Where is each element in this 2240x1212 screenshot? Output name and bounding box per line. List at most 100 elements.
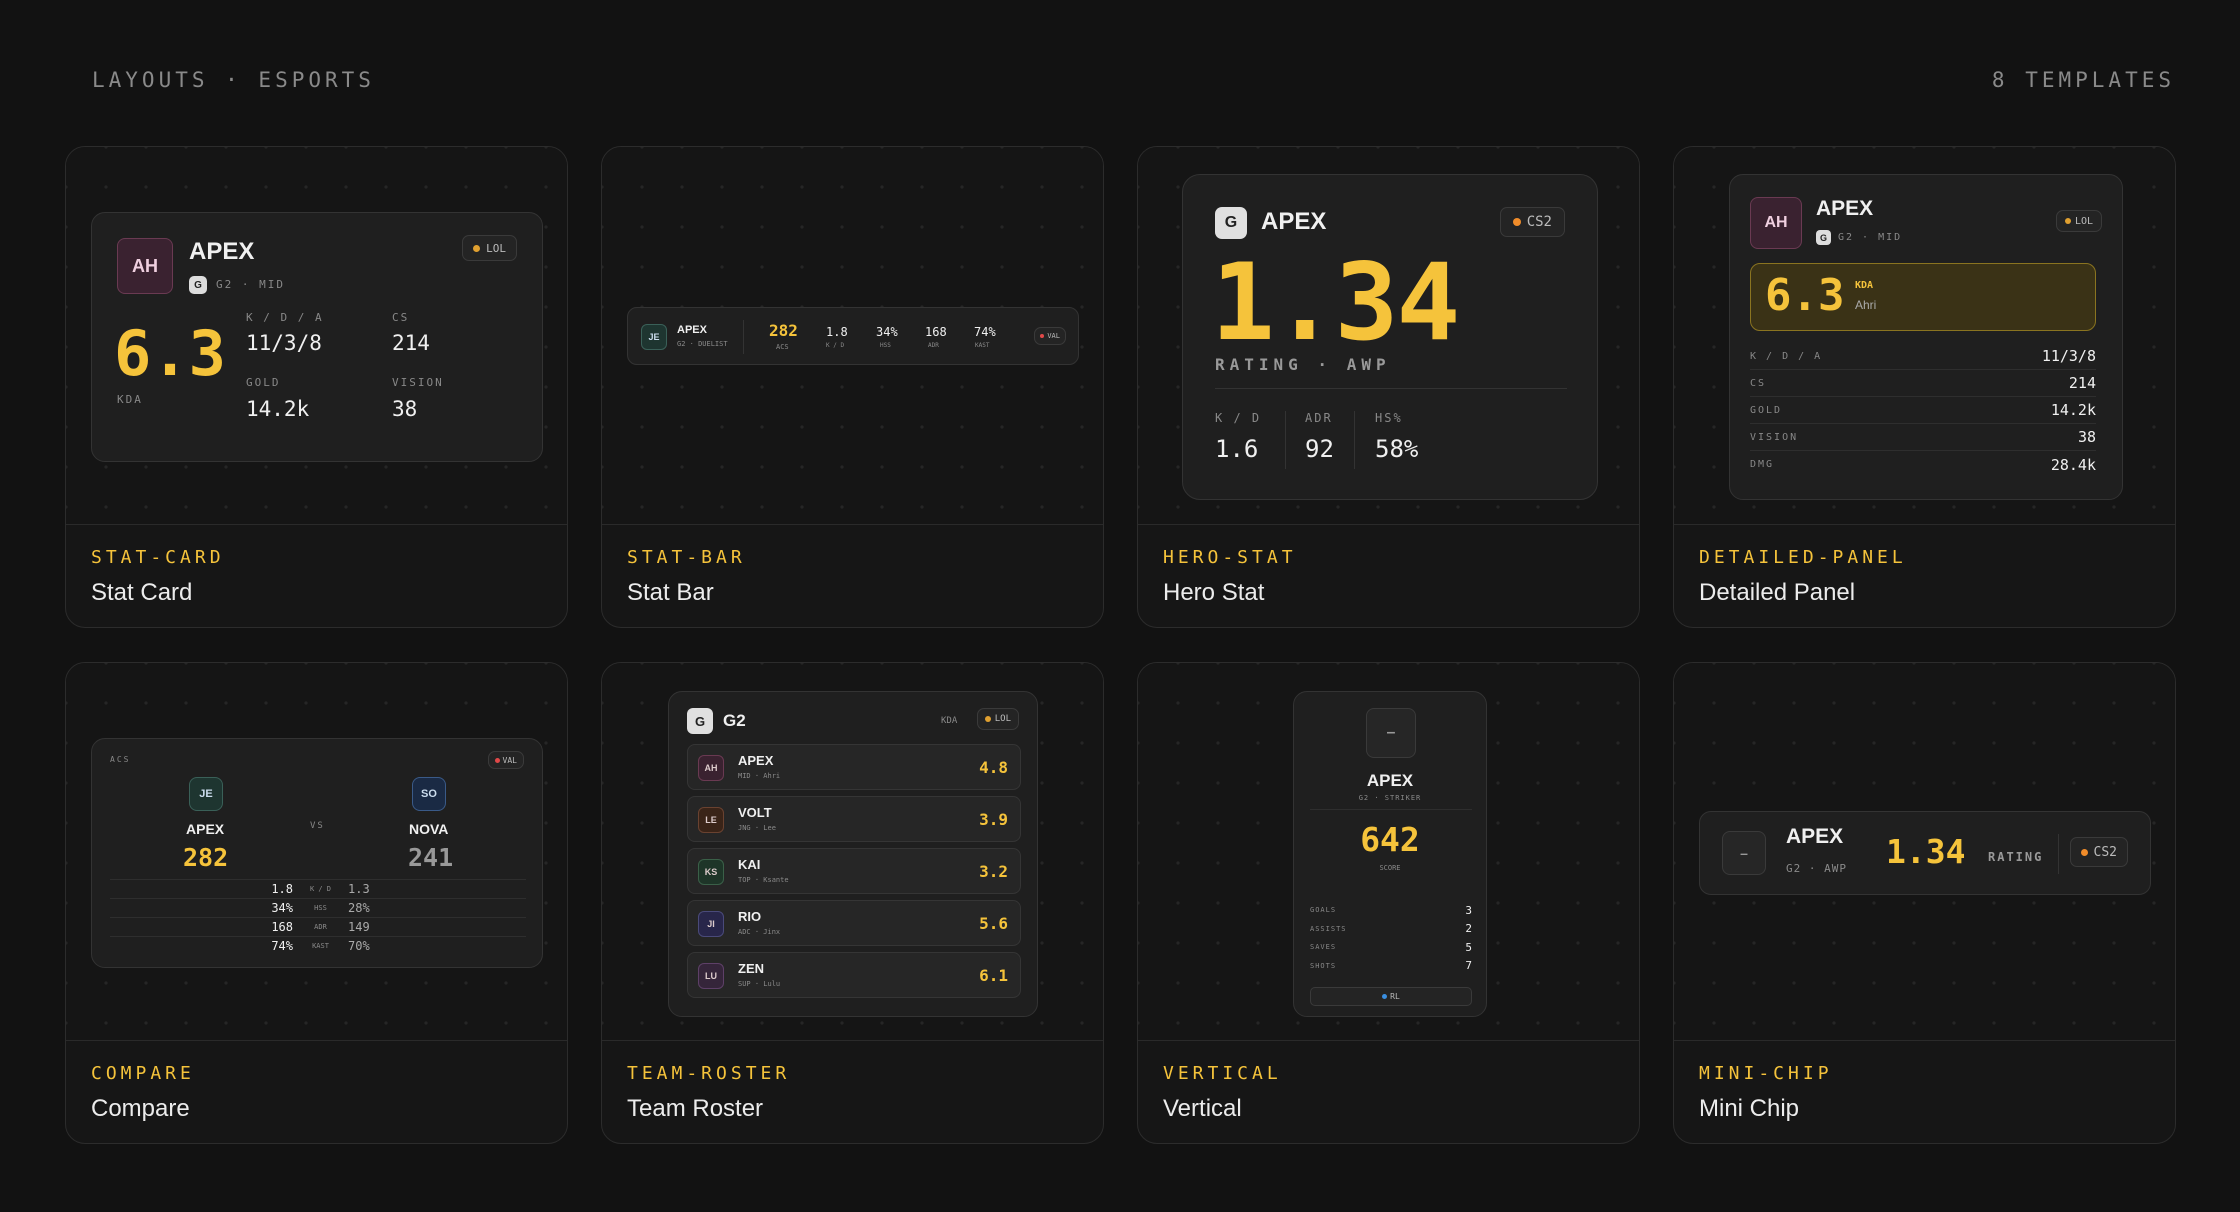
template-tile-detailed-panel[interactable]: AH APEX G G2 · MID LOL 6.3 KDA Ahri K / … (1673, 146, 2176, 628)
team-role: G2 · STRIKER (1358, 794, 1422, 802)
player-role: SUP · Lulu (738, 980, 781, 988)
avatar-left: JE (189, 777, 223, 811)
stat-value: 38 (2077, 428, 2096, 446)
template-name: Stat Card (91, 579, 193, 606)
preview-area: AH APEX G G2 · MID LOL 6.3 KDA Ahri K / … (1674, 147, 2175, 525)
page-title: LAYOUTS · ESPORTS (92, 68, 375, 92)
player-right-score: 241 (408, 843, 454, 872)
hero-stat-preview: G APEX CS2 1.34 RATING · AWP K / D 1.6 A… (1182, 174, 1598, 500)
team-role: G2 · MID (216, 278, 285, 291)
template-name: Compare (91, 1095, 190, 1122)
roster-row[interactable]: KS KAI TOP · Ksante 3.2 (687, 848, 1021, 894)
game-label: CS2 (2093, 844, 2117, 860)
template-tile-vertical[interactable]: – APEX G2 · STRIKER 642 SCORE GOALS 3 ASS… (1137, 662, 1640, 1144)
team-role: G2 · AWP (1786, 862, 1847, 875)
roster-row[interactable]: LU ZEN SUP · Lulu 6.1 (687, 952, 1021, 998)
acs-value: 282 (769, 321, 798, 340)
acs-label: ACS (776, 343, 789, 351)
player-name: APEX (189, 238, 255, 265)
kda-label: KDA (117, 393, 143, 406)
stat-label: DMG (1750, 459, 1775, 470)
right-value: 28% (348, 901, 370, 915)
stat-row: SHOTS 7 (1310, 957, 1472, 976)
roster-row[interactable]: LE VOLT JNG · Lee 3.9 (687, 796, 1021, 842)
left-value: 168 (271, 920, 293, 934)
stat-rows: K / D / A 11/3/8 CS 214 GOLD 14.2k VISION 38… (1750, 343, 2096, 478)
compare-row: 168 ADR 149 (110, 917, 526, 936)
vertical-preview: – APEX G2 · STRIKER 642 SCORE GOALS 3 ASS… (1293, 691, 1487, 1017)
divider (1285, 411, 1286, 469)
team-logo-icon: G (1215, 207, 1247, 239)
stat-card-preview: AH APEX G G2 · MID LOL 6.3 KDA K / D / A… (91, 212, 543, 462)
template-tile-hero-stat[interactable]: G APEX CS2 1.34 RATING · AWP K / D 1.6 A… (1137, 146, 1640, 628)
stat-value: 2 (1465, 922, 1472, 936)
stat-row: CS 214 (1750, 370, 2096, 397)
preview-area: G G2 KDA LOL AH APEX MID · Ahri 4.8 LE VOLT JN… (602, 663, 1103, 1041)
rating-value: 1.34 (1211, 241, 1460, 364)
stat-label: GOLD (1750, 404, 1783, 416)
preview-area: AH APEX G G2 · MID LOL 6.3 KDA K / D / A… (66, 147, 567, 525)
stat-rows: GOALS 3 ASSISTS 2 SAVES 5 SHOTS 7 (1310, 901, 1472, 975)
roster-row[interactable]: AH APEX MID · Ahri 4.8 (687, 744, 1021, 790)
player-name: VOLT (738, 805, 772, 820)
player-role: TOP · Ksante (738, 876, 789, 884)
template-name: Hero Stat (1163, 579, 1265, 606)
stat-label: SAVES (1310, 943, 1337, 952)
metric-label: KDA (941, 716, 958, 726)
player-role: JNG · Lee (738, 824, 776, 832)
avatar: JE (641, 324, 667, 350)
game-badge: LOL (976, 708, 1019, 730)
rating-label: RATING · AWP (1215, 355, 1391, 374)
stat-value: 14.2k (2050, 401, 2096, 419)
avatar: AH (698, 755, 724, 781)
right-value: 70% (348, 939, 370, 953)
champion-name: Ahri (1855, 298, 1877, 312)
game-badge: CS2 (2069, 837, 2128, 867)
template-code: STAT-CARD (91, 547, 225, 568)
stat-label: KAST (975, 342, 990, 349)
template-tile-mini-chip[interactable]: – APEX G2 · AWP 1.34 RATING CS2 MINI-CHI… (1673, 662, 2176, 1144)
stat-label: HSS (880, 342, 891, 349)
rating-label: RATING (1988, 850, 2044, 864)
stat-label: CS (1750, 377, 1767, 389)
stat-row: DMG 28.4k (1750, 451, 2096, 478)
compare-row: 1.8 K / D 1.3 (110, 879, 526, 898)
score-label: SCORE (1379, 864, 1401, 872)
avatar: JI (698, 911, 724, 937)
kda-value: 3.2 (979, 862, 1008, 881)
player-name: APEX (1816, 197, 1874, 220)
status-dot-icon (2080, 848, 2088, 856)
player-left-name: APEX (186, 821, 225, 837)
preview-area: – APEX G2 · STRIKER 642 SCORE GOALS 3 ASS… (1138, 663, 1639, 1041)
roster-row[interactable]: JI RIO ADC · Jinx 5.6 (687, 900, 1021, 946)
left-value: 34% (271, 901, 293, 915)
avatar: LE (698, 807, 724, 833)
stat-label: K / D / A (1750, 350, 1823, 362)
stat-value: 92 (1305, 435, 1334, 463)
divider (1215, 388, 1567, 389)
template-name: Team Roster (627, 1095, 764, 1122)
player-name: APEX (1366, 771, 1414, 790)
template-code: COMPARE (91, 1063, 195, 1084)
template-count: 8 TEMPLATES (1991, 68, 2175, 92)
roster-list: AH APEX MID · Ahri 4.8 LE VOLT JNG · Lee 3.9 KS K… (687, 744, 1021, 1004)
template-name: Stat Bar (627, 579, 714, 606)
template-tile-stat-card[interactable]: AH APEX G G2 · MID LOL 6.3 KDA K / D / A… (65, 146, 568, 628)
divider (1310, 809, 1472, 810)
stat-label: GOALS (1310, 906, 1337, 915)
preview-area: ACS VAL JE APEX 282 VS SO NOVA 241 1.8 K … (66, 663, 567, 1041)
vs-label: VS (310, 821, 325, 831)
right-value: 1.3 (348, 882, 370, 896)
stat-label: KAST (312, 942, 329, 950)
template-tile-compare[interactable]: ACS VAL JE APEX 282 VS SO NOVA 241 1.8 K … (65, 662, 568, 1144)
player-name: APEX (677, 324, 707, 336)
stat-label: ADR (928, 342, 939, 349)
stat-value: 74% (974, 325, 996, 339)
stat-row: GOLD 14.2k (1750, 397, 2096, 424)
template-tile-team-roster[interactable]: G G2 KDA LOL AH APEX MID · Ahri 4.8 LE VOLT JN… (601, 662, 1104, 1144)
player-name: APEX (1786, 825, 1844, 848)
template-tile-stat-bar[interactable]: JE APEX G2 · DUELIST 282 ACS 1.8 K / D 3… (601, 146, 1104, 628)
kda-stat-label: K / D / A (246, 311, 324, 324)
divider (743, 320, 744, 354)
stat-value: 1.8 (826, 325, 848, 339)
